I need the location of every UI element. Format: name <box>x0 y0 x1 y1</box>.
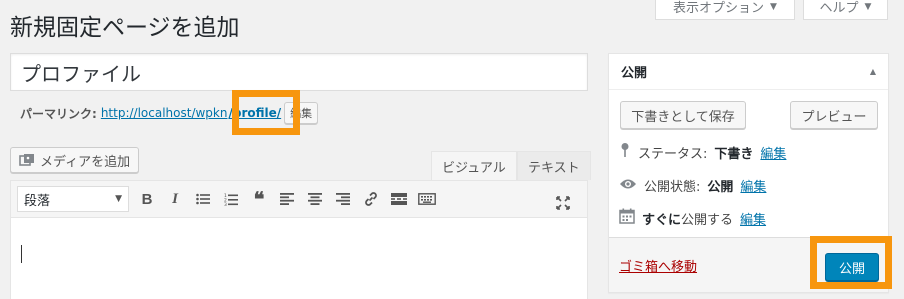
read-more-icon[interactable] <box>385 185 413 213</box>
post-title-value: プロファイル <box>21 61 141 86</box>
schedule-label: 公開する <box>681 212 734 228</box>
align-right-icon[interactable] <box>329 185 357 213</box>
editor-toolbar: 段落 ▼ B I 123 ❝ <box>11 181 587 218</box>
bold-icon[interactable]: B <box>133 185 161 213</box>
add-media-button[interactable]: メディアを追加 <box>10 147 140 173</box>
svg-text:3: 3 <box>224 202 227 206</box>
help-button[interactable]: ヘルプ ▼ <box>803 0 888 20</box>
calendar-icon <box>619 208 635 228</box>
page-title: 新規固定ページを追加 <box>10 15 240 41</box>
move-to-trash-link[interactable]: ゴミ箱へ移動 <box>619 256 697 275</box>
save-draft-button[interactable]: 下書きとして保存 <box>620 101 746 129</box>
publish-highlight-frame <box>810 236 892 289</box>
align-left-icon[interactable] <box>273 185 301 213</box>
align-center-icon[interactable] <box>301 185 329 213</box>
add-media-label: メディアを追加 <box>40 154 131 170</box>
status-row: ステータス: 下書き 編集 <box>619 142 786 162</box>
chevron-down-icon: ▼ <box>115 194 122 204</box>
bullet-list-icon[interactable] <box>189 185 217 213</box>
tab-text[interactable]: テキスト <box>517 151 591 180</box>
status-label: ステータス: <box>638 146 708 162</box>
slug-highlight-frame <box>232 90 300 135</box>
text-cursor <box>21 245 22 263</box>
numbered-list-icon[interactable]: 123 <box>217 185 245 213</box>
tab-visual[interactable]: ビジュアル <box>431 151 517 180</box>
italic-icon[interactable]: I <box>161 185 189 213</box>
format-value: 段落 <box>24 193 51 209</box>
chevron-down-icon: ▼ <box>864 1 872 12</box>
screen-options-button[interactable]: 表示オプション ▼ <box>655 0 795 20</box>
help-label: ヘルプ <box>819 1 859 16</box>
blockquote-icon[interactable]: ❝ <box>245 185 273 213</box>
permalink-label: パーマリンク: <box>20 106 97 121</box>
schedule-value: すぐに <box>642 212 682 228</box>
visibility-value: 公開 <box>707 180 734 195</box>
publish-box-title: 公開 <box>621 66 648 81</box>
schedule-edit-link[interactable]: 編集 <box>740 209 766 228</box>
keyboard-icon[interactable] <box>413 185 441 213</box>
collapse-arrow-icon[interactable]: ▲ <box>870 67 876 76</box>
content-editor[interactable]: 段落 ▼ B I 123 ❝ <box>10 180 588 299</box>
screen-options-label: 表示オプション <box>673 1 765 16</box>
media-icon <box>19 153 35 167</box>
link-icon[interactable] <box>357 185 385 213</box>
status-edit-link[interactable]: 編集 <box>760 143 786 162</box>
pin-icon <box>619 142 631 162</box>
publish-box-header[interactable]: 公開 ▲ <box>609 54 888 90</box>
visibility-row: 公開状態: 公開 編集 <box>619 176 766 195</box>
eye-icon <box>619 178 637 194</box>
preview-button[interactable]: プレビュー <box>790 101 878 129</box>
permalink-url[interactable]: http://localhost/wpkn <box>101 106 228 120</box>
fullscreen-icon[interactable] <box>549 189 577 217</box>
schedule-row: すぐに公開する 編集 <box>619 208 766 228</box>
chevron-down-icon: ▼ <box>770 1 777 12</box>
visibility-label: 公開状態: <box>644 180 701 195</box>
status-value: 下書き <box>714 146 754 162</box>
post-title-input[interactable]: プロファイル <box>10 53 588 91</box>
visibility-edit-link[interactable]: 編集 <box>740 176 766 195</box>
format-select[interactable]: 段落 ▼ <box>17 186 129 212</box>
